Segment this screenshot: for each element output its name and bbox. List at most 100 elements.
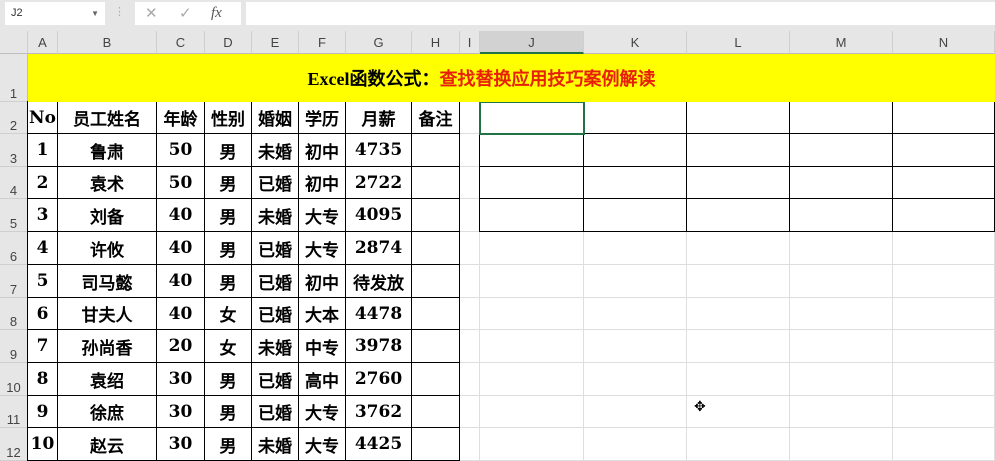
table-cell[interactable]: 未婚 [251, 198, 299, 232]
column-header-I[interactable]: I [460, 31, 480, 54]
table-cell[interactable]: 10 [27, 427, 58, 461]
table-cell[interactable]: 大专 [298, 427, 346, 461]
table-cell[interactable]: 鲁肃 [57, 133, 157, 167]
table-cell[interactable]: 8 [27, 362, 58, 396]
table-cell[interactable]: 已婚 [251, 231, 299, 265]
table-cell[interactable] [479, 198, 584, 232]
table-cell[interactable]: 2760 [345, 362, 412, 396]
table-cell[interactable]: 男 [204, 395, 252, 428]
table-cell[interactable]: 4735 [345, 133, 412, 167]
table-cell[interactable]: 许攸 [57, 231, 157, 265]
table-cell[interactable]: 初中 [298, 264, 346, 298]
table-header-cell[interactable]: 性别 [204, 101, 252, 134]
table-cell[interactable]: 30 [156, 362, 205, 396]
selected-cell[interactable] [479, 101, 585, 135]
table-cell[interactable] [411, 133, 460, 167]
table-cell[interactable] [460, 330, 480, 363]
row-header-6[interactable]: 6 [0, 232, 28, 265]
cancel-icon[interactable]: ✕ [145, 2, 158, 25]
table-cell[interactable]: 1 [27, 133, 58, 167]
table-cell[interactable] [789, 166, 893, 199]
table-cell[interactable] [460, 428, 480, 461]
table-cell[interactable]: 40 [156, 264, 205, 298]
column-header-D[interactable]: D [205, 31, 252, 54]
table-cell[interactable] [687, 298, 790, 330]
table-cell[interactable] [893, 298, 995, 330]
table-cell[interactable] [893, 396, 995, 428]
table-cell[interactable] [687, 265, 790, 298]
table-cell[interactable]: 大专 [298, 395, 346, 428]
table-cell[interactable]: 4095 [345, 198, 412, 232]
column-header-N[interactable]: N [893, 31, 995, 54]
table-cell[interactable]: 6 [27, 297, 58, 330]
table-cell[interactable]: 已婚 [251, 395, 299, 428]
table-cell[interactable] [480, 232, 584, 265]
table-cell[interactable]: 甘夫人 [57, 297, 157, 330]
table-cell[interactable]: 刘备 [57, 198, 157, 232]
table-cell[interactable] [584, 232, 687, 265]
table-cell[interactable] [583, 133, 687, 167]
table-cell[interactable]: 袁绍 [57, 362, 157, 396]
table-cell[interactable]: 2874 [345, 231, 412, 265]
row-header-2[interactable]: 2 [0, 102, 28, 134]
table-cell[interactable] [686, 198, 790, 232]
table-cell[interactable]: 7 [27, 329, 58, 363]
table-cell[interactable] [583, 166, 687, 199]
table-cell[interactable] [687, 330, 790, 363]
row-header-10[interactable]: 10 [0, 363, 28, 396]
table-cell[interactable]: 孙尚香 [57, 329, 157, 363]
table-cell[interactable] [893, 428, 995, 461]
table-cell[interactable] [411, 329, 460, 363]
table-header-cell[interactable]: 年龄 [156, 101, 205, 134]
table-cell[interactable] [687, 363, 790, 396]
table-cell[interactable] [460, 232, 480, 265]
table-cell[interactable] [411, 198, 460, 232]
table-cell[interactable] [411, 264, 460, 298]
table-cell[interactable] [480, 265, 584, 298]
table-cell[interactable] [892, 133, 995, 167]
table-cell[interactable] [460, 265, 480, 298]
table-cell[interactable]: 40 [156, 198, 205, 232]
table-cell[interactable]: 中专 [298, 329, 346, 363]
column-header-G[interactable]: G [346, 31, 412, 54]
table-cell[interactable]: 未婚 [251, 427, 299, 461]
row-header-12[interactable]: 12 [0, 428, 28, 461]
name-box[interactable]: J2 ▼ [5, 2, 105, 25]
table-cell[interactable] [687, 428, 790, 461]
column-header-F[interactable]: F [299, 31, 346, 54]
table-cell[interactable]: 初中 [298, 133, 346, 167]
row-header-5[interactable]: 5 [0, 199, 28, 232]
table-cell[interactable]: 已婚 [251, 166, 299, 199]
table-cell[interactable]: 未婚 [251, 329, 299, 363]
table-cell[interactable]: 袁术 [57, 166, 157, 199]
row-header-7[interactable]: 7 [0, 265, 28, 298]
table-cell[interactable] [411, 297, 460, 330]
row-header-9[interactable]: 9 [0, 330, 28, 363]
table-cell[interactable] [686, 133, 790, 167]
table-cell[interactable] [584, 363, 687, 396]
table-cell[interactable]: 女 [204, 329, 252, 363]
row-header-11[interactable]: 11 [0, 396, 28, 428]
table-cell[interactable] [790, 330, 893, 363]
table-cell[interactable] [893, 232, 995, 265]
table-cell[interactable]: 男 [204, 133, 252, 167]
table-cell[interactable] [411, 362, 460, 396]
table-cell[interactable] [584, 265, 687, 298]
table-cell[interactable]: 4478 [345, 297, 412, 330]
column-header-C[interactable]: C [157, 31, 205, 54]
table-cell[interactable] [460, 199, 480, 232]
table-cell[interactable]: 大专 [298, 198, 346, 232]
table-cell[interactable]: 3762 [345, 395, 412, 428]
table-cell[interactable]: 男 [204, 362, 252, 396]
table-cell[interactable] [480, 363, 584, 396]
table-cell[interactable]: 20 [156, 329, 205, 363]
table-cell[interactable] [411, 427, 460, 461]
table-cell[interactable]: 5 [27, 264, 58, 298]
table-cell[interactable]: 男 [204, 264, 252, 298]
column-header-L[interactable]: L [687, 31, 790, 54]
table-cell[interactable]: 大本 [298, 297, 346, 330]
select-all-button[interactable] [0, 31, 28, 54]
table-cell[interactable] [686, 101, 790, 134]
function-icon[interactable]: fx [211, 2, 222, 25]
table-cell[interactable]: 徐庶 [57, 395, 157, 428]
